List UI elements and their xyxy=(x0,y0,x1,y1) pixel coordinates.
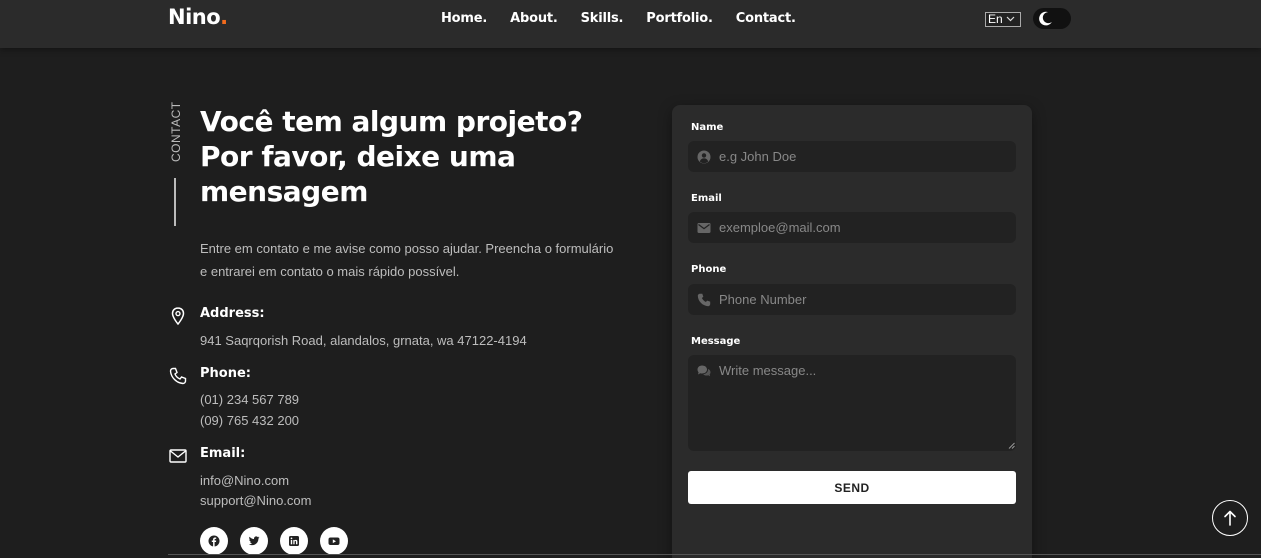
nav-home[interactable]: Home. xyxy=(441,11,487,26)
twitter-icon xyxy=(248,536,260,546)
email-line-1[interactable]: info@Nino.com xyxy=(200,473,289,488)
name-field[interactable] xyxy=(688,141,1016,172)
youtube-icon xyxy=(328,537,340,545)
section-bottom-border xyxy=(168,554,1261,555)
phone-field[interactable] xyxy=(688,284,1016,315)
linkedin-link[interactable] xyxy=(280,527,308,555)
user-icon xyxy=(697,150,711,164)
logo-text: Nino xyxy=(168,5,221,29)
language-select[interactable]: En xyxy=(985,12,1021,27)
section-side-label: CONTACT xyxy=(169,101,183,162)
moon-icon xyxy=(1039,11,1052,26)
email-line-2[interactable]: support@Nino.com xyxy=(200,493,311,508)
email-field[interactable] xyxy=(688,212,1016,243)
language-value: En xyxy=(988,12,1003,26)
send-button[interactable]: SEND xyxy=(688,471,1016,504)
logo[interactable]: Nino. xyxy=(168,5,228,29)
top-navbar: Nino. Home. About. Skills. Portfolio. Co… xyxy=(0,0,1261,48)
phone-input[interactable] xyxy=(719,284,1009,315)
facebook-link[interactable] xyxy=(200,527,228,555)
name-label: Name xyxy=(691,122,724,133)
theme-toggle[interactable] xyxy=(1033,8,1071,29)
location-pin-icon xyxy=(171,307,185,326)
mail-icon xyxy=(169,449,187,463)
nav-skills[interactable]: Skills. xyxy=(581,11,624,26)
email-label: Email xyxy=(691,193,722,204)
envelope-icon xyxy=(697,223,711,233)
nav-about[interactable]: About. xyxy=(510,11,558,26)
linkedin-icon xyxy=(289,536,299,546)
phone-icon xyxy=(697,293,711,307)
youtube-link[interactable] xyxy=(320,527,348,555)
message-input[interactable] xyxy=(719,363,1009,443)
contact-description: Entre em contato e me avise como posso a… xyxy=(200,241,614,279)
nav-portfolio[interactable]: Portfolio. xyxy=(646,11,713,26)
phone-title: Phone: xyxy=(200,366,251,381)
main-nav: Home. About. Skills. Portfolio. Contact. xyxy=(441,11,819,26)
phone-line-2: (09) 765 432 200 xyxy=(200,413,300,428)
chat-bubble-icon xyxy=(697,365,711,377)
scroll-to-top-button[interactable] xyxy=(1212,500,1248,536)
email-input[interactable] xyxy=(719,212,1009,243)
phone-icon xyxy=(169,367,187,385)
message-label: Message xyxy=(691,336,741,347)
arrow-up-icon xyxy=(1224,510,1236,526)
twitter-link[interactable] xyxy=(240,527,268,555)
logo-dot: . xyxy=(220,5,228,29)
chevron-down-icon xyxy=(1006,13,1015,26)
facebook-icon xyxy=(208,535,220,547)
side-divider xyxy=(174,178,176,226)
nav-contact[interactable]: Contact. xyxy=(736,11,796,26)
name-input[interactable] xyxy=(719,141,1009,172)
phone-label: Phone xyxy=(691,264,727,275)
address-line: 941 Saqrqorish Road, alandalos, grnata, … xyxy=(200,333,527,348)
message-field[interactable] xyxy=(688,355,1016,451)
page-title: Você tem algum projeto? Por favor, deixe… xyxy=(200,105,583,208)
email-title: Email: xyxy=(200,446,246,461)
address-title: Address: xyxy=(200,306,265,321)
phone-line-1: (01) 234 567 789 xyxy=(200,392,300,407)
resize-handle-icon[interactable] xyxy=(1008,442,1015,449)
